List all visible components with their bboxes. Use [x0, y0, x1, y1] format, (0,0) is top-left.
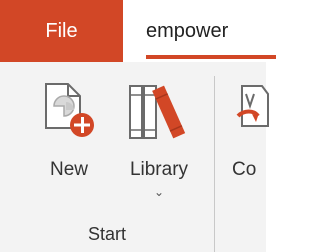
tab-file[interactable]: File	[0, 0, 123, 62]
new-document-icon	[45, 83, 94, 137]
convert-button[interactable]: Co	[232, 80, 292, 210]
new-label: New	[49, 159, 88, 180]
chevron-down-icon[interactable]: ⌄	[121, 185, 197, 199]
active-tab-indicator	[146, 55, 276, 59]
tab-bar: File empower	[0, 0, 276, 62]
library-button[interactable]: Library ⌄	[121, 80, 197, 210]
new-button[interactable]: New	[40, 80, 98, 210]
convert-icon	[236, 85, 269, 127]
tab-file-label: File	[45, 19, 78, 42]
tab-empower-label: empower	[146, 19, 229, 42]
library-label: Library	[129, 159, 189, 180]
library-icon	[129, 85, 186, 139]
ribbon-group-separator	[214, 76, 215, 252]
ribbon-group-start-label: Start	[87, 224, 126, 244]
tab-empower[interactable]: empower	[134, 0, 274, 62]
convert-label: Co	[232, 159, 257, 180]
